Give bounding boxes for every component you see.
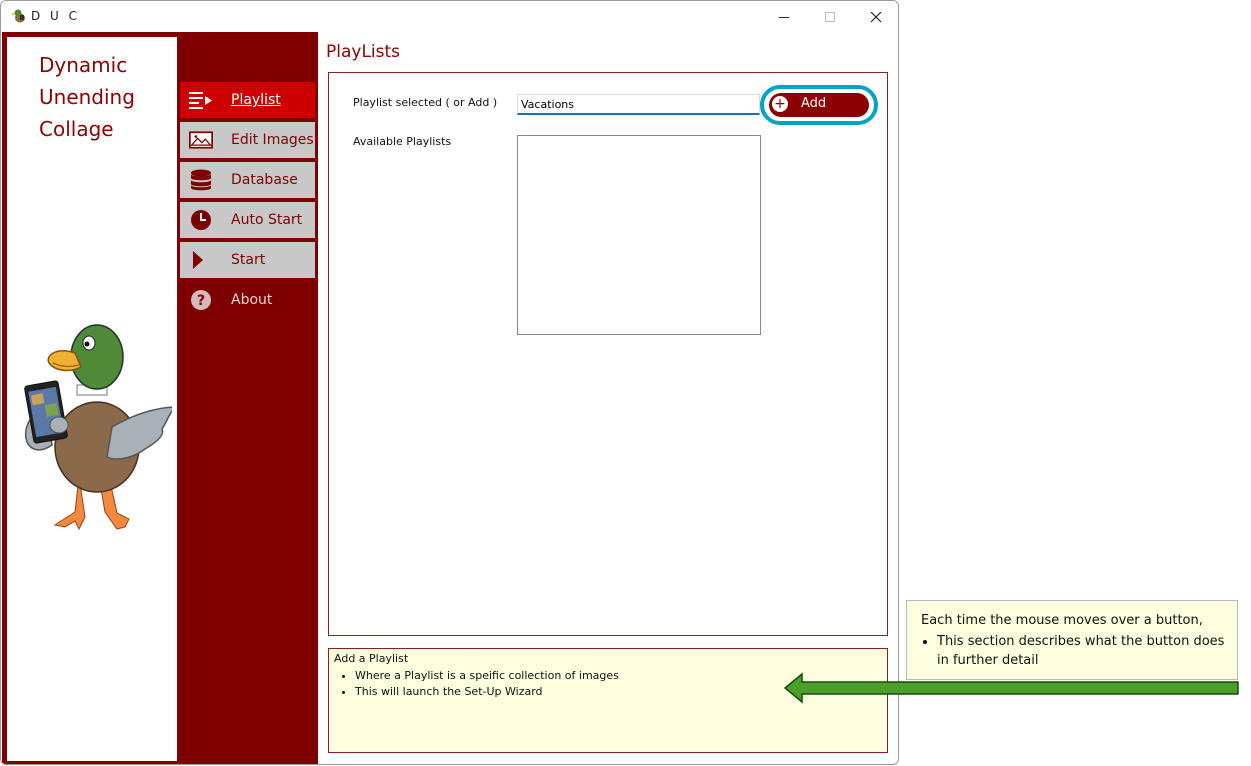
available-playlists-list[interactable] — [517, 135, 761, 335]
minimize-icon — [779, 16, 789, 18]
maximize-button[interactable] — [807, 1, 853, 32]
callout-bullet: This section describes what the button d… — [937, 632, 1237, 670]
nav-label: About — [231, 292, 273, 308]
nav-item-edit-images[interactable]: Edit Images — [179, 121, 316, 159]
app-client-area: Dynamic Unending Collage Playlist Edit I… — [2, 32, 898, 764]
nav-item-start[interactable]: Start — [179, 241, 316, 279]
add-playlist-button[interactable]: + Add — [769, 93, 869, 117]
help-bullet: Where a Playlist is a speific collection… — [355, 668, 619, 684]
help-icon: ? — [189, 289, 213, 311]
branding-panel: Dynamic Unending Collage — [7, 37, 177, 761]
nav-item-database[interactable]: Database — [179, 161, 316, 199]
playlist-selected-label: Playlist selected ( or Add ) — [353, 96, 498, 109]
playlist-name-input[interactable] — [517, 94, 760, 115]
callout-bullet-list: This section describes what the button d… — [921, 632, 1237, 670]
database-icon — [189, 169, 213, 191]
main-navigation: Playlist Edit Images Database Auto Start — [179, 81, 316, 321]
annotation-callout: Each time the mouse moves over a button,… — [906, 600, 1238, 680]
available-playlists-label: Available Playlists — [353, 135, 452, 148]
nav-item-about[interactable]: ? About — [179, 281, 316, 319]
content-area: PlayLists Playlist selected ( or Add ) +… — [318, 32, 898, 764]
nav-item-auto-start[interactable]: Auto Start — [179, 201, 316, 239]
plus-icon: + — [772, 96, 788, 112]
help-title: Add a Playlist — [334, 652, 409, 665]
app-window: D U C Dynamic Unending Collage Playlist … — [0, 0, 899, 765]
nav-label: Edit Images — [231, 132, 314, 148]
minimize-button[interactable] — [761, 1, 807, 32]
help-bullet-list: Where a Playlist is a speific collection… — [341, 668, 619, 700]
app-name: Dynamic Unending Collage — [39, 49, 135, 145]
nav-label: Auto Start — [231, 212, 303, 228]
play-icon — [189, 249, 213, 271]
nav-item-playlist[interactable]: Playlist — [179, 81, 316, 119]
callout-text: Each time the mouse moves over a button, — [921, 613, 1203, 628]
duck-mascot-illustration — [24, 324, 172, 531]
title-bar[interactable]: D U C — [1, 1, 898, 32]
image-icon — [189, 129, 213, 151]
annotation-arrow-icon — [784, 672, 1239, 704]
playlist-panel: Playlist selected ( or Add ) + Add Avail… — [328, 72, 888, 636]
app-name-line: Unending — [39, 85, 135, 109]
duck-app-icon — [11, 9, 25, 23]
page-title: PlayLists — [326, 42, 401, 62]
clock-icon — [189, 209, 213, 231]
close-icon — [870, 11, 882, 22]
window-title: D U C — [31, 9, 81, 23]
nav-label: Playlist — [231, 92, 281, 108]
maximize-icon — [825, 11, 835, 22]
nav-label: Database — [231, 172, 298, 188]
close-button[interactable] — [853, 1, 898, 32]
svg-text:?: ? — [197, 293, 205, 309]
app-name-line: Dynamic — [39, 53, 128, 77]
playlist-icon — [189, 89, 213, 111]
help-bullet: This will launch the Set-Up Wizard — [355, 684, 619, 700]
app-name-line: Collage — [39, 117, 114, 141]
nav-label: Start — [231, 252, 266, 268]
add-button-label: Add — [801, 96, 827, 111]
